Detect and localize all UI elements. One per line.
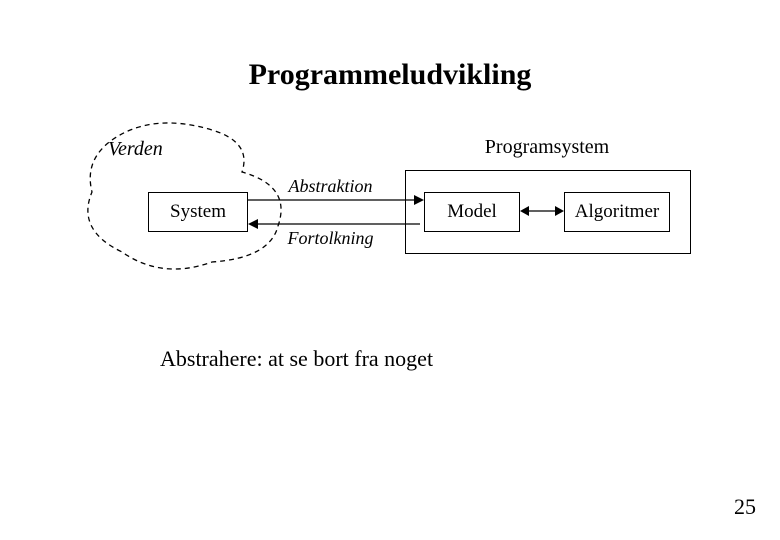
system-label: System — [170, 201, 226, 223]
programsystem-label: Programsystem — [405, 136, 689, 159]
caption-text: Abstrahere: at se bort fra noget — [160, 346, 433, 372]
system-box: System — [148, 192, 248, 232]
slide: Programmeludvikling Verden Programsystem… — [0, 0, 780, 540]
abstraktion-label: Abstraktion — [256, 176, 405, 197]
model-label: Model — [447, 201, 497, 223]
model-box: Model — [424, 192, 520, 232]
page-number: 25 — [734, 494, 756, 520]
algoritmer-label: Algoritmer — [575, 201, 659, 223]
algoritmer-box: Algoritmer — [564, 192, 670, 232]
verden-label: Verden — [108, 138, 163, 161]
fortolkning-label: Fortolkning — [256, 228, 405, 249]
page-title: Programmeludvikling — [0, 58, 780, 92]
